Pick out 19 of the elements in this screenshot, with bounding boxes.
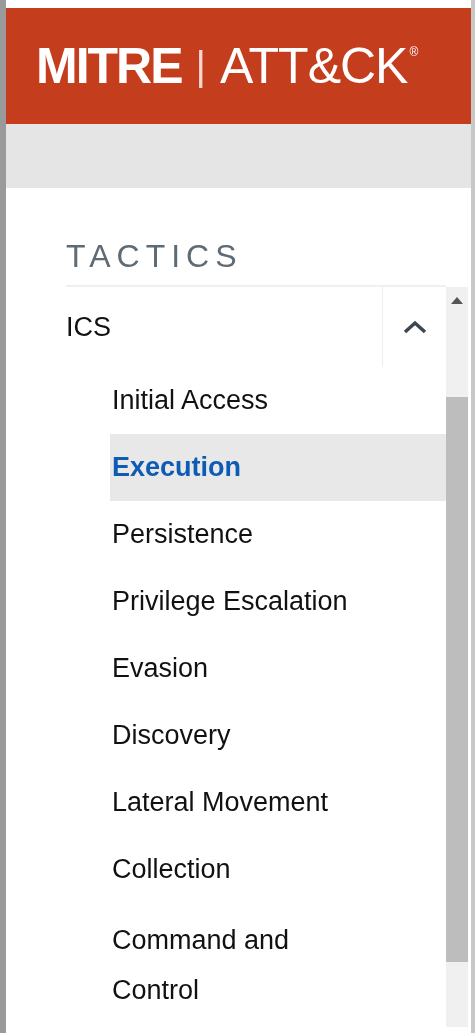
scrollbar-thumb[interactable] — [446, 397, 468, 962]
sidebar-item[interactable]: Privilege Escalation — [110, 568, 446, 635]
logo-text: MITRE — [36, 37, 182, 95]
chevron-icon — [401, 319, 428, 335]
logo-separator: | — [195, 43, 206, 89]
scroll-up-icon[interactable] — [450, 295, 464, 305]
sidebar-item[interactable]: Execution — [110, 434, 446, 501]
sidebar-item[interactable]: Command and Control — [110, 903, 446, 1015]
logo-text: ATT&CK — [219, 37, 408, 95]
registered-mark: ® — [409, 45, 419, 59]
sidebar-item[interactable]: Collection — [110, 836, 446, 903]
sidebar-item[interactable]: Lateral Movement — [110, 769, 446, 836]
sidebar-item[interactable]: Initial Access — [110, 367, 446, 434]
sidebar-item[interactable]: Discovery — [110, 702, 446, 769]
sidebar-item[interactable]: Persistence — [110, 501, 446, 568]
sidebar-item[interactable]: Evasion — [110, 635, 446, 702]
scrollbar[interactable] — [446, 287, 468, 1027]
sidebar-group[interactable]: ICS — [66, 311, 382, 343]
sidebar-heading: TACTICS — [66, 238, 446, 287]
